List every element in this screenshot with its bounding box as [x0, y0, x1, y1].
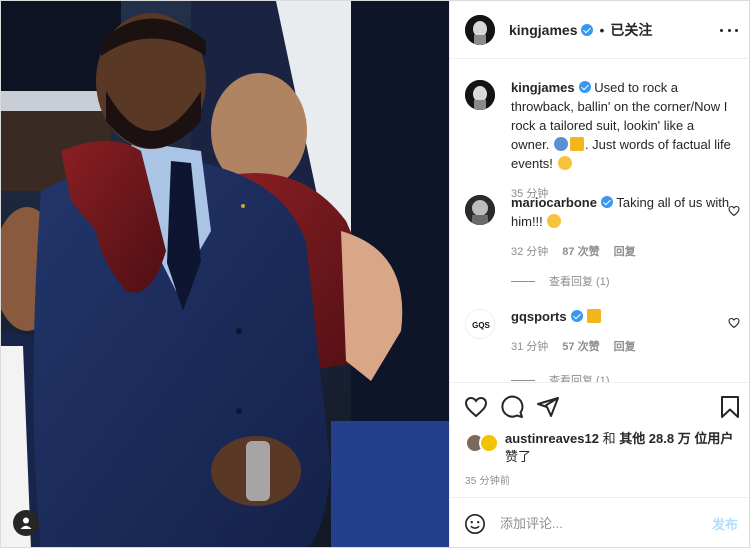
likes-text: austinreaves12 和 其他 28.8 万 位用户 赞了	[505, 430, 745, 466]
caption-row: kingjames Used to rock a throwback, ball…	[465, 78, 740, 201]
user-tag-icon[interactable]	[13, 510, 39, 536]
comment-icon[interactable]	[500, 395, 524, 419]
comment-time: 32 分钟	[511, 246, 549, 258]
instagram-post-modal: kingjames • 已关注 kingjames Used to rock a…	[0, 0, 750, 548]
post-timestamp[interactable]: 35 分钟前	[465, 472, 510, 487]
comment-like-heart-icon[interactable]	[728, 317, 740, 329]
post-details-panel: kingjames • 已关注 kingjames Used to rock a…	[449, 1, 749, 547]
verified-badge-icon	[570, 310, 583, 322]
view-replies-button[interactable]: 查看回复 (1)	[511, 372, 610, 382]
photo-illustration	[1, 1, 449, 547]
commenter-avatar[interactable]	[465, 195, 495, 225]
verified-badge-icon	[600, 196, 613, 208]
comment-input[interactable]	[500, 516, 690, 531]
comment-likes[interactable]: 57 次赞	[562, 338, 599, 354]
commenter-username[interactable]: gqsports	[511, 309, 567, 324]
likes-connector: 和	[598, 431, 620, 446]
view-replies-label: 查看回复 (1)	[549, 276, 610, 288]
author-username[interactable]: kingjames	[509, 22, 577, 38]
svg-text:GQS: GQS	[472, 321, 490, 330]
caption-text: kingjames Used to rock a throwback, ball…	[511, 78, 733, 173]
send-icon[interactable]	[536, 395, 560, 419]
caption-avatar[interactable]	[465, 80, 495, 110]
comment-item: GQS gqsports 31 分钟 57 次赞 回复	[465, 307, 740, 354]
liker-avatars[interactable]	[465, 433, 503, 453]
bookmark-icon[interactable]	[718, 395, 742, 419]
reply-button[interactable]: 回复	[614, 338, 636, 354]
crown-emoji-icon	[587, 309, 602, 323]
author-avatar[interactable]	[465, 14, 495, 45]
replies-line	[511, 280, 535, 282]
comments-list[interactable]: kingjames Used to rock a throwback, ball…	[450, 60, 749, 382]
comment-item: mariocarbone Taking all of us with him!!…	[465, 193, 740, 259]
comment-meta: 31 分钟 57 次赞 回复	[511, 338, 740, 354]
verified-badge-icon	[578, 81, 591, 93]
likes-suffix: 赞了	[505, 449, 532, 464]
caption-username[interactable]: kingjames	[511, 80, 575, 95]
people-emoji-icon	[553, 137, 568, 151]
add-comment-bar: 发布	[450, 497, 749, 547]
reply-button[interactable]: 回复	[614, 243, 636, 259]
comment-meta: 32 分钟 87 次赞 回复	[511, 243, 740, 259]
liker-avatar	[479, 433, 499, 453]
smiley-icon[interactable]	[464, 513, 486, 535]
verified-badge-icon	[581, 23, 594, 36]
follow-status-button[interactable]: 已关注	[610, 20, 652, 40]
grin-emoji-icon	[557, 156, 572, 170]
comment-text: gqsports	[511, 307, 733, 326]
first-liker-username[interactable]: austinreaves12	[505, 431, 599, 446]
post-header: kingjames • 已关注	[450, 1, 749, 59]
commenter-username[interactable]: mariocarbone	[511, 195, 597, 210]
post-comment-button[interactable]: 发布	[712, 514, 738, 533]
more-options-icon[interactable]	[720, 21, 738, 39]
replies-line	[511, 379, 535, 381]
view-replies-button[interactable]: 查看回复 (1)	[511, 273, 610, 289]
comment-likes[interactable]: 87 次赞	[562, 243, 599, 259]
comment-time: 31 分钟	[511, 341, 549, 353]
commenter-avatar[interactable]: GQS	[465, 309, 495, 339]
header-separator: •	[599, 21, 605, 38]
raised-hands-emoji-icon	[547, 214, 562, 228]
comment-text: mariocarbone Taking all of us with him!!…	[511, 193, 733, 231]
view-replies-label: 查看回复 (1)	[549, 375, 610, 382]
other-likers-link[interactable]: 其他 28.8 万 位用户	[619, 431, 733, 446]
post-actions-bar	[450, 382, 749, 430]
comment-like-heart-icon[interactable]	[728, 205, 740, 217]
heart-icon[interactable]	[464, 395, 488, 419]
post-photo[interactable]	[1, 1, 449, 547]
crown-emoji-icon	[569, 137, 584, 151]
likes-summary: austinreaves12 和 其他 28.8 万 位用户 赞了	[465, 430, 745, 466]
